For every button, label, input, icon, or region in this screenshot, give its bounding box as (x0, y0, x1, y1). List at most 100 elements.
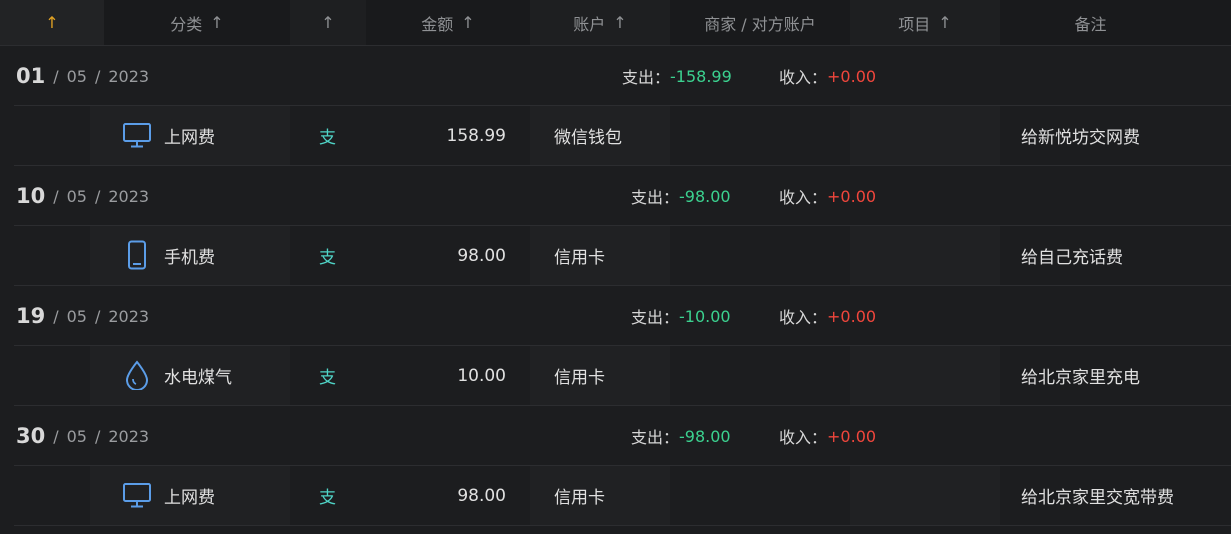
note: 给自己充话费 (1021, 248, 1123, 268)
column-header-category[interactable]: 分类 ↑ (104, 0, 290, 45)
amount: 158.99 (446, 125, 506, 146)
date-day: 19 (16, 304, 46, 328)
column-label-note: 备注 (1074, 14, 1107, 34)
water-drop-icon (125, 360, 149, 390)
amount: 98.00 (457, 485, 506, 506)
column-header-account[interactable]: 账户 ↑ (530, 0, 670, 45)
expense-value: -158.99 (670, 66, 732, 86)
date-separator: / (94, 186, 101, 206)
date-group-header: 10 / 05 / 2023 支出： -98.00 收入： +0.00 (14, 166, 1231, 226)
account: 信用卡 (554, 248, 605, 268)
date-separator: / (94, 66, 101, 86)
expense-value: -98.00 (679, 186, 731, 206)
category-name: 上网费 (164, 128, 215, 148)
monitor-icon (123, 483, 151, 508)
column-label-account: 账户 (573, 14, 606, 34)
row-stripe (850, 106, 1000, 165)
column-header-type[interactable]: ↑ (290, 0, 366, 45)
column-label-category: 分类 (170, 14, 203, 34)
income-value: +0.00 (827, 66, 877, 86)
income-summary: 收入： +0.00 (779, 166, 876, 226)
transaction-row[interactable]: 手机费 支 98.00 信用卡 给自己充话费 (14, 226, 1231, 286)
date-year: 2023 (108, 66, 150, 86)
category-name: 上网费 (164, 488, 215, 508)
account: 微信钱包 (554, 128, 622, 148)
expense-label: 支出： (622, 68, 671, 87)
transaction-row[interactable]: 上网费 支 98.00 信用卡 给北京家里交宽带费 (14, 466, 1231, 526)
date-group-header: 30 / 05 / 2023 支出： -98.00 收入： +0.00 (14, 406, 1231, 466)
amount: 98.00 (457, 245, 506, 266)
date-separator: / (53, 426, 59, 446)
column-label-project: 项目 (898, 14, 931, 34)
column-label-merchant: 商家 / 对方账户 (704, 14, 816, 34)
group-date: 19 / 05 / 2023 (16, 286, 149, 346)
column-label-amount: 金额 (421, 14, 454, 34)
date-year: 2023 (108, 306, 150, 326)
expense-value: -10.00 (679, 306, 731, 326)
date-separator: / (53, 186, 59, 206)
note: 给北京家里交宽带费 (1021, 488, 1174, 508)
group-date: 10 / 05 / 2023 (16, 166, 149, 226)
income-summary: 收入： +0.00 (779, 286, 876, 346)
date-day: 01 (16, 64, 46, 88)
income-label: 收入： (779, 308, 828, 327)
date-separator: / (94, 426, 101, 446)
column-header-note[interactable]: 备注 (1000, 0, 1181, 45)
expense-summary: 支出： -158.99 (622, 46, 732, 106)
category-name: 手机费 (164, 248, 215, 268)
transaction-row[interactable]: 水电煤气 支 10.00 信用卡 给北京家里充电 (14, 346, 1231, 406)
transaction-row[interactable]: 上网费 支 158.99 微信钱包 给新悦坊交网费 (14, 106, 1231, 166)
account: 信用卡 (554, 368, 605, 388)
group-date: 30 / 05 / 2023 (16, 406, 149, 466)
column-header-merchant[interactable]: 商家 / 对方账户 (670, 0, 850, 45)
note: 给北京家里充电 (1021, 368, 1140, 388)
category-name: 水电煤气 (164, 368, 232, 388)
income-summary: 收入： +0.00 (779, 46, 876, 106)
sort-arrow-icon: ↑ (461, 13, 475, 32)
transaction-type: 支 (319, 368, 336, 388)
date-day: 30 (16, 424, 46, 448)
amount: 10.00 (457, 365, 506, 386)
expense-summary: 支出： -98.00 (631, 166, 731, 226)
date-day: 10 (16, 184, 46, 208)
income-label: 收入： (779, 68, 828, 87)
date-month: 05 (66, 306, 87, 326)
date-separator: / (94, 306, 101, 326)
expense-label: 支出： (631, 428, 680, 447)
account: 信用卡 (554, 488, 605, 508)
expense-label: 支出： (631, 188, 680, 207)
monitor-icon (123, 123, 151, 148)
sort-arrow-icon: ↑ (938, 13, 952, 32)
transaction-type: 支 (319, 248, 336, 268)
phone-icon (128, 240, 146, 270)
date-group-header: 19 / 05 / 2023 支出： -10.00 收入： +0.00 (14, 286, 1231, 346)
note: 给新悦坊交网费 (1021, 128, 1140, 148)
row-stripe (850, 466, 1000, 525)
date-month: 05 (66, 186, 87, 206)
expense-label: 支出： (631, 308, 680, 327)
income-label: 收入： (779, 188, 828, 207)
transaction-type: 支 (319, 488, 336, 508)
date-group-header: 01 / 05 / 2023 支出： -158.99 收入： +0.00 (14, 46, 1231, 106)
date-month: 05 (66, 66, 87, 86)
income-summary: 收入： +0.00 (779, 406, 876, 466)
date-year: 2023 (108, 426, 150, 446)
sort-arrow-icon: ↑ (613, 13, 627, 32)
row-stripe (850, 226, 1000, 285)
income-value: +0.00 (827, 186, 877, 206)
row-stripe (850, 346, 1000, 405)
expense-summary: 支出： -98.00 (631, 406, 731, 466)
expense-summary: 支出： -10.00 (631, 286, 731, 346)
group-date: 01 / 05 / 2023 (16, 46, 149, 106)
transaction-type: 支 (319, 128, 336, 148)
date-year: 2023 (108, 186, 150, 206)
column-header-project[interactable]: 项目 ↑ (850, 0, 1000, 45)
income-value: +0.00 (827, 426, 877, 446)
column-header-amount[interactable]: 金额 ↑ (366, 0, 530, 45)
date-separator: / (53, 66, 59, 86)
date-month: 05 (66, 426, 87, 446)
sort-toggle[interactable]: ↑ (0, 0, 104, 45)
table-header: ↑ 分类 ↑ ↑ 金额 ↑ 账户 ↑ 商家 / 对方账户 项目 ↑ 备注 (0, 0, 1231, 46)
income-value: +0.00 (827, 306, 877, 326)
sort-arrow-icon: ↑ (321, 13, 335, 32)
